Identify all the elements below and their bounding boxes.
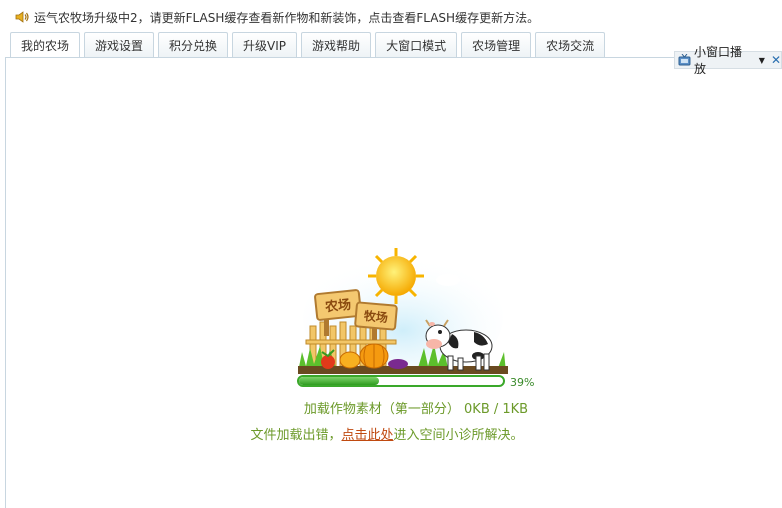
tab-label: 农场管理 [472,38,521,53]
error-message: 文件加载出错，点击此处进入空间小诊所解决。 [0,424,782,443]
tab-label: 游戏帮助 [312,38,361,53]
progress-percent: 39% [510,376,535,389]
loading-status: 加载作物素材（第一部分） 0KB / 1KB [303,402,529,417]
sign-ranch-label: 牧场 [363,308,388,325]
error-suffix: 进入空间小诊所解决。 [393,428,524,443]
tab-farm-management[interactable]: 农场管理 [461,32,532,57]
tab-label: 升级VIP [243,38,287,53]
tab-label: 我的农场 [21,39,70,53]
farm-loading-illustration: 农场 牧场 [298,248,508,376]
notice-text[interactable]: 运气农牧场升级中2，请更新FLASH缓存查看新作物和新装饰，点击查看FLASH缓… [34,9,539,26]
tab-large-window[interactable]: 大窗口模式 [375,32,458,57]
progress-fill [299,377,379,385]
speaker-icon [15,11,29,23]
tab-label: 大窗口模式 [386,38,447,53]
tab-my-farm[interactable]: 我的农场 [10,32,81,58]
click-here-link[interactable]: 点击此处 [341,428,393,443]
tab-game-help[interactable]: 游戏帮助 [301,32,372,57]
sign-farm-label: 农场 [323,297,352,316]
tab-farm-community[interactable]: 农场交流 [535,32,606,57]
tab-points-exchange[interactable]: 积分兑换 [158,32,229,57]
close-icon[interactable]: ✕ [771,53,781,67]
error-prefix: 文件加载出错， [250,428,342,443]
mini-window-player[interactable]: 小窗口播放 ▼ ✕ [674,45,782,76]
tab-label: 积分兑换 [169,38,218,53]
sun-icon [368,248,424,304]
chevron-down-icon[interactable]: ▼ [759,56,765,65]
mini-window-label: 小窗口播放 [693,45,742,76]
tab-label: 农场交流 [546,38,595,53]
notice-bar: 运气农牧场升级中2，请更新FLASH缓存查看新作物和新装饰，点击查看FLASH缓… [14,8,539,26]
tab-game-settings[interactable]: 游戏设置 [84,32,155,57]
tv-icon [678,54,691,66]
loading-progress-bar [297,375,505,387]
tab-bar: 我的农场 游戏设置 积分兑换 升级VIP 游戏帮助 大窗口模式 农场管理 农场交… [10,32,606,58]
eggplant-icon [388,359,408,369]
tab-upgrade-vip[interactable]: 升级VIP [232,32,298,57]
tab-label: 游戏设置 [95,38,144,53]
